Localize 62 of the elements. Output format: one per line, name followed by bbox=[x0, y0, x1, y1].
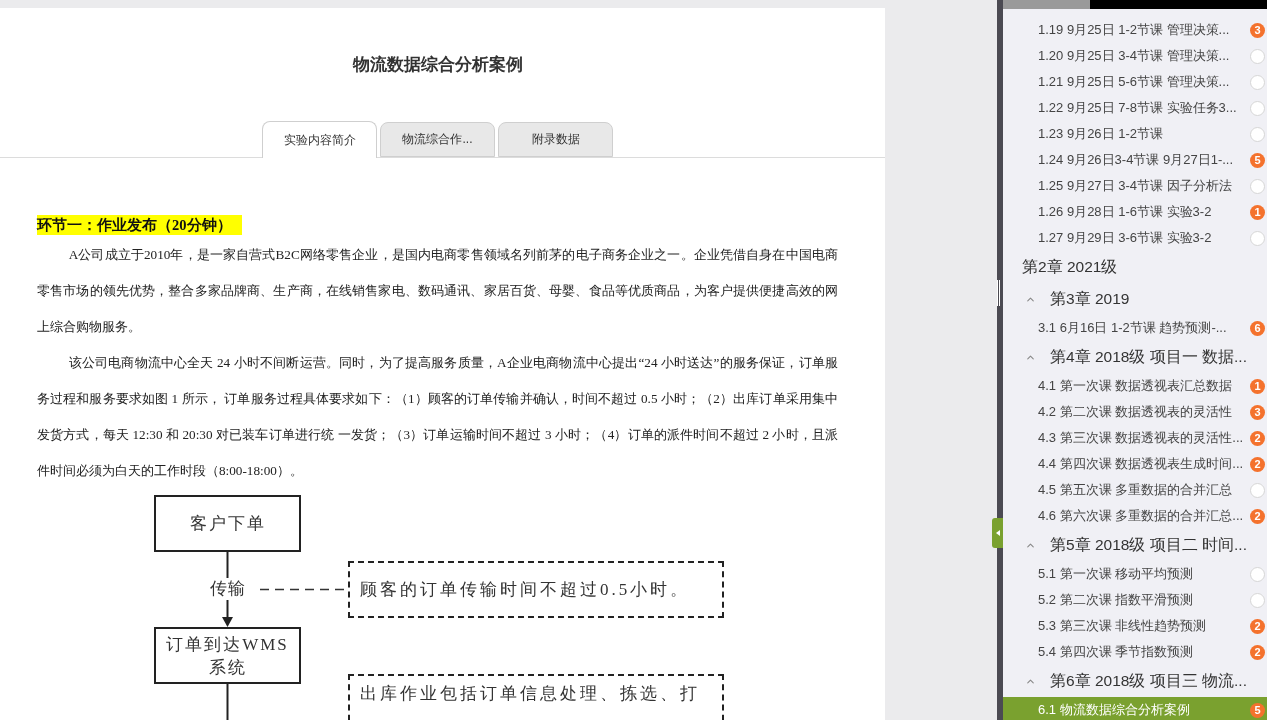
lesson-item[interactable]: 5.2 第二次课 指数平滑预测 bbox=[1003, 587, 1267, 613]
empty-circle-icon bbox=[1250, 74, 1265, 90]
chapter-header[interactable]: 第2章 2021级 bbox=[1003, 251, 1267, 283]
process-node: 订单到达WMS系统 bbox=[154, 627, 301, 684]
count-badge: 2 bbox=[1250, 508, 1265, 524]
count-badge: 5 bbox=[1250, 152, 1265, 168]
lesson-item[interactable]: 4.3 第三次课 数据透视表的灵活性... 2 bbox=[1003, 425, 1267, 451]
lesson-item[interactable]: 1.23 9月26日 1-2节课 bbox=[1003, 121, 1267, 147]
empty-circle-icon bbox=[1250, 566, 1265, 582]
empty-circle-icon bbox=[1250, 482, 1265, 498]
lesson-item[interactable]: 4.4 第四次课 数据透视表生成时间... 2 bbox=[1003, 451, 1267, 477]
triangle-left-icon bbox=[995, 530, 1000, 536]
empty-circle-icon bbox=[1250, 592, 1265, 608]
tab[interactable]: 附录数据 bbox=[498, 122, 613, 157]
empty-circle-icon bbox=[1250, 126, 1265, 142]
edge-label: 传输 bbox=[209, 578, 247, 600]
lesson-item[interactable]: 5.4 第四次课 季节指数预测 2 bbox=[1003, 639, 1267, 665]
connector-line bbox=[226, 683, 229, 720]
lesson-item[interactable]: 3.1 6月16日 1-2节课 趋势预测-... 6 bbox=[1003, 315, 1267, 341]
section-heading: 环节一：作业发布（20分钟） bbox=[37, 215, 242, 235]
collapse-tab[interactable] bbox=[992, 518, 1003, 548]
count-badge: 2 bbox=[1250, 618, 1265, 634]
body-paragraph: 该公司电商物流中心全天 24 小时不间断运营。同时，为了提高服务质量，A企业电商物流中心提出“24 小时送达”的服务保证，订单服务过程和服务要求如图 1 所示， 订单服务过程具体要求如下：（1）顾客的订单传输并确认，时间不超过 0.5 小时；（2）出库订单采用集中发货方式，每天 12:30 和 20:30 对已装车订单进行统 一发货；（3）订单运输时间不超过 3 小时；（4）订单的派件时间不超过 2 小时，且派件时间必须为白天的工作时段（8:00-18:00）。 bbox=[37, 354, 838, 480]
body-paragraph: A公司成立于2010年，是一家自营式B2C网络零售企业，是国内电商零售领域名列前茅的电子商务企业之一。企业凭借自身在中国电商零售市场的领先优势，整合多家品牌商、生产商，在线销售家电、数码通讯、家居百货、母婴、食品等优质商品，为客户提供便捷高效的网上综合购物服务。 bbox=[37, 246, 838, 336]
lesson-item[interactable]: 5.1 第一次课 移动平均预测 bbox=[1003, 561, 1267, 587]
tab[interactable]: 物流综合作... bbox=[380, 122, 495, 157]
lesson-item[interactable]: 1.27 9月29日 3-6节课 实验3-2 bbox=[1003, 225, 1267, 251]
count-badge: 1 bbox=[1250, 204, 1265, 220]
count-badge: 2 bbox=[1250, 644, 1265, 660]
lesson-item[interactable]: 4.5 第五次课 多重数据的合并汇总 bbox=[1003, 477, 1267, 503]
count-badge: 1 bbox=[1250, 378, 1265, 394]
count-badge: 2 bbox=[1250, 456, 1265, 472]
count-badge: 3 bbox=[1250, 22, 1265, 38]
lesson-item[interactable]: 1.22 9月25日 7-8节课 实验任务3... bbox=[1003, 95, 1267, 121]
count-badge: 2 bbox=[1250, 430, 1265, 446]
lesson-item[interactable]: 1.25 9月27日 3-4节课 因子分析法 bbox=[1003, 173, 1267, 199]
note-box: 顾客的订单传输时间不超过0.5小时。 bbox=[348, 561, 724, 618]
chapter-header[interactable]: 第6章 2018级 项目三 物流... bbox=[1003, 665, 1267, 697]
count-badge: 3 bbox=[1250, 404, 1265, 420]
lesson-item[interactable]: 5.3 第三次课 非线性趋势预测 2 bbox=[1003, 613, 1267, 639]
chapter-header[interactable]: 第4章 2018级 项目一 数据... bbox=[1003, 341, 1267, 373]
tab[interactable]: 实验内容简介 bbox=[262, 121, 377, 158]
count-badge: 6 bbox=[1250, 320, 1265, 336]
lesson-item[interactable]: 4.6 第六次课 多重数据的合并汇总... 2 bbox=[1003, 503, 1267, 529]
count-badge: 5 bbox=[1250, 702, 1265, 718]
empty-circle-icon bbox=[1250, 178, 1265, 194]
note-box: 出库作业包括订单信息处理、拣选、打 bbox=[348, 674, 724, 720]
page-title: 物流数据综合分析案例 bbox=[352, 54, 523, 76]
lesson-item[interactable]: 1.24 9月26日3-4节课 9月27日1-... 5 bbox=[1003, 147, 1267, 173]
lesson-item[interactable]: 4.2 第二次课 数据透视表的灵活性 3 bbox=[1003, 399, 1267, 425]
lesson-item[interactable]: 1.21 9月25日 5-6节课 管理决策... bbox=[1003, 69, 1267, 95]
lesson-item[interactable]: 1.26 9月28日 1-6节课 实验3-2 1 bbox=[1003, 199, 1267, 225]
chapter-header[interactable]: 第3章 2019 bbox=[1003, 283, 1267, 315]
process-node: 客户下单 bbox=[154, 495, 301, 552]
lesson-item[interactable]: 1.20 9月25日 3-4节课 管理决策... bbox=[1003, 43, 1267, 69]
empty-circle-icon bbox=[1250, 230, 1265, 246]
grip-handle-icon[interactable] bbox=[997, 280, 1001, 306]
chapter-header[interactable]: 第5章 2018级 项目二 时间... bbox=[1003, 529, 1267, 561]
lesson-item[interactable]: 1.19 9月25日 1-2节课 管理决策... 3 bbox=[1003, 17, 1267, 43]
empty-circle-icon bbox=[1250, 48, 1265, 64]
empty-circle-icon bbox=[1250, 100, 1265, 116]
lesson-item[interactable]: 4.1 第一次课 数据透视表汇总数据 1 bbox=[1003, 373, 1267, 399]
